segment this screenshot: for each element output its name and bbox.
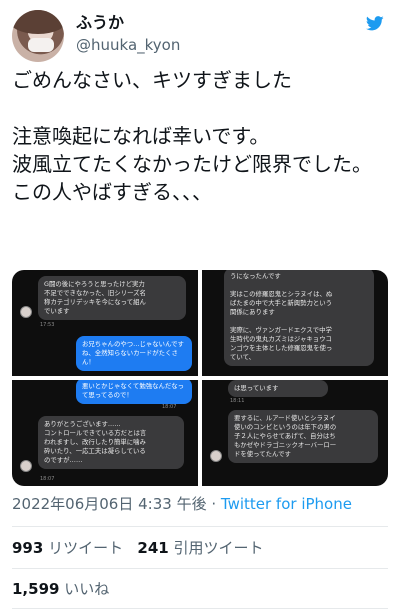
chat-message: お兄ちゃんのやつ…じゃないんです ね、全然知らないカードがたくさ ん！ [76,336,192,371]
chat-timestamp: 17:53 [40,322,55,328]
retweet-stats: 993 リツイート 241 引用ツイート [12,538,264,558]
likes-stats: 1,599 いいね [12,579,109,599]
chat-timestamp: 18:07 [40,476,55,482]
tweet-datetime[interactable]: 2022年06月06日 4:33 午後 [12,495,207,513]
divider [12,608,388,609]
quotes-count: 241 [137,539,169,557]
display-name[interactable]: ふうか [76,12,180,34]
chat-timestamp: 18:11 [230,398,245,404]
likes-count: 1,599 [12,580,60,598]
tweet-meta: 2022年06月06日 4:33 午後 · Twitter for iPhone [12,494,352,514]
media-grid[interactable]: G闘の後にやろうと思ったけど実力 不足でできなかった、旧シリーズ名 称カテゴリデ… [12,270,388,486]
user-handle[interactable]: @huuka_kyon [76,34,180,56]
tweet-text: ごめんなさい、キツすぎました 注意喚起になれば幸いです。 波風立てたくなかったけ… [12,68,372,204]
divider [12,568,388,569]
tweet-source-link[interactable]: Twitter for iPhone [221,495,352,513]
media-image-2[interactable]: うになったんです 実はこの修羅忍鬼とシラヌイは、ぬ ばたまの中で大手と新興勢力と… [202,270,388,376]
quotes-link[interactable]: 241 引用ツイート [137,539,263,557]
avatar-mask [28,38,54,52]
divider [12,526,388,527]
avatar[interactable] [12,10,64,62]
tweet-header: ふうか @huuka_kyon [12,10,388,66]
likes-label: いいね [64,580,110,598]
chat-message: 要するに、ルアード使いとシラヌイ 使いのコンビというのは年下の男の 子２人にやら… [228,410,378,463]
chat-avatar [20,460,32,472]
chat-message: ありがとうございます…… コントロールできている方だとは言 われますし、改行した… [38,416,184,469]
retweets-count: 993 [12,539,44,557]
retweets-label: リツイート [48,539,124,557]
media-image-1[interactable]: G闘の後にやろうと思ったけど実力 不足でできなかった、旧シリーズ名 称カテゴリデ… [12,270,198,376]
chat-message: は思っています [228,380,328,397]
chat-message: 悪いとかじゃなくて勉強なんだなっ て思ってるので！ [76,380,192,404]
meta-separator: · [206,495,221,513]
chat-message: うになったんです 実はこの修羅忍鬼とシラヌイは、ぬ ばたまの中で大手と新興勢力と… [224,270,374,366]
likes-link[interactable]: 1,599 いいね [12,580,109,598]
media-image-3[interactable]: 悪いとかじゃなくて勉強なんだなっ て思ってるので！ 18:07 ありがとうござい… [12,380,198,486]
twitter-bird-icon [366,16,384,31]
chat-avatar [210,450,222,462]
chat-avatar [20,306,32,318]
quotes-label: 引用ツイート [173,539,264,557]
chat-message: G闘の後にやろうと思ったけど実力 不足でできなかった、旧シリーズ名 称カテゴリデ… [38,276,186,320]
media-image-4[interactable]: は思っています 18:11 要するに、ルアード使いとシラヌイ 使いのコンビという… [202,380,388,486]
user-info[interactable]: ふうか @huuka_kyon [76,12,180,56]
chat-timestamp: 18:07 [162,404,177,410]
avatar-hair [12,10,64,34]
retweets-link[interactable]: 993 リツイート [12,539,123,557]
